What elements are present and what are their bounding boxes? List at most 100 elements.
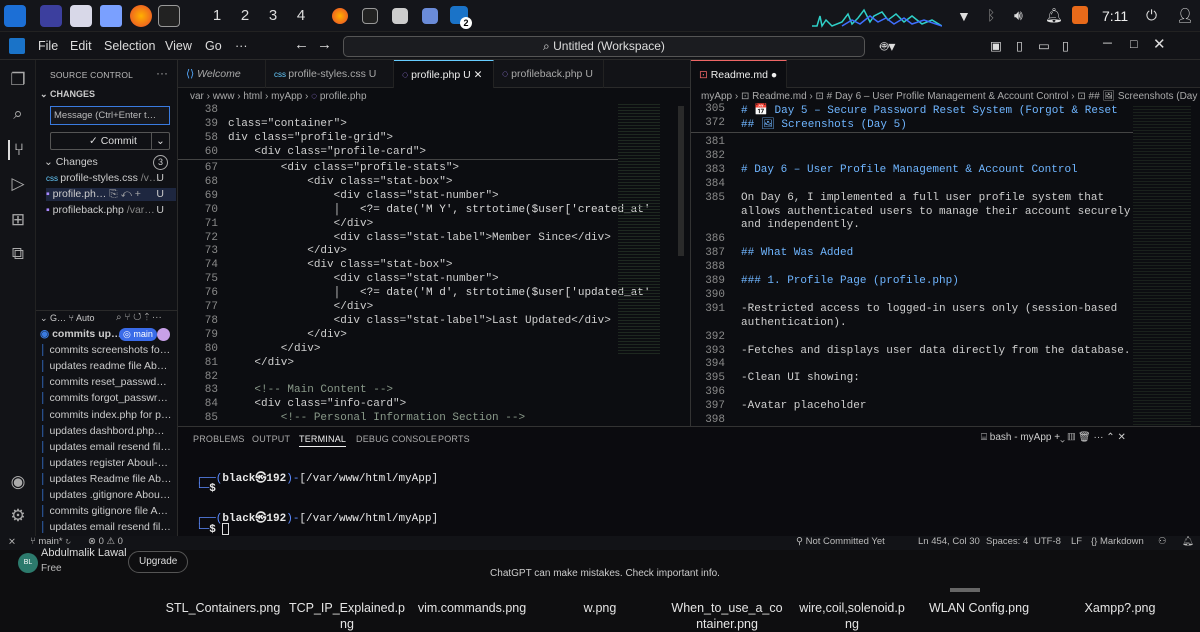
workspace-1[interactable]: 1 <box>205 5 229 27</box>
readme-minimap[interactable] <box>1133 106 1191 426</box>
commit-dropdown-icon[interactable]: ⌄ <box>151 133 165 149</box>
maximize-icon[interactable]: □ <box>1130 37 1138 51</box>
close-icon[interactable]: ✕ <box>1153 35 1166 53</box>
copilot-status-icon[interactable]: ⚇ <box>1158 536 1167 547</box>
command-center[interactable]: ⌕ Untitled (Workspace) <box>343 36 865 57</box>
tab-debug-console[interactable]: DEBUG CONSOLE <box>356 434 437 444</box>
file-when-to-use-container[interactable]: When_to_use_a_co ntainer.png <box>667 600 787 632</box>
changes-section-header[interactable]: ⌄ CHANGES <box>40 89 95 100</box>
menu-selection[interactable]: Selection <box>104 39 155 53</box>
commit-graph-item[interactable]: │ updates .gitignore Abou… <box>40 489 177 501</box>
file-vim-commands[interactable]: vim.commands.png <box>412 600 532 616</box>
cursor-position[interactable]: Ln 454, Col 30 <box>918 536 980 547</box>
remote-indicator-icon[interactable]: ⨯ <box>8 536 16 547</box>
tab-terminal[interactable]: TERMINAL <box>299 434 347 447</box>
launcher-icon[interactable] <box>4 5 26 27</box>
accounts-icon[interactable]: ◉ <box>8 472 28 492</box>
changed-file-1[interactable]: css profile-styles.css /v… U <box>46 172 176 184</box>
search-icon[interactable]: ⌕ <box>8 104 28 124</box>
toggle-panel-icon[interactable]: ▭ <box>1038 38 1050 53</box>
commit-graph-item[interactable]: │ updates register Aboul-… <box>40 457 177 469</box>
terminal-icon[interactable] <box>158 5 180 27</box>
commit-graph-item[interactable]: │ updates email resend fil… <box>40 441 177 453</box>
problems-status[interactable]: ⊗ 0 ⚠ 0 <box>88 536 123 547</box>
commit-graph-item[interactable]: │ updates Readme file Ab… <box>40 473 177 485</box>
commit-graph-item[interactable]: │ commits index.php for p… <box>40 409 177 421</box>
minimize-icon[interactable]: ─ <box>1103 36 1112 50</box>
firefox-window-icon[interactable] <box>332 8 348 24</box>
extensions-icon[interactable]: ⊞ <box>8 210 28 230</box>
power-icon[interactable]: ⏻ <box>1146 7 1157 24</box>
notifications-bell-icon[interactable]: 🔔︎ <box>1182 536 1194 547</box>
copilot-icon[interactable]: 🤖︎▾ <box>880 37 895 57</box>
source-control-icon[interactable]: ⑂ <box>8 140 28 160</box>
file-wire-coil[interactable]: wire,coil,solenoid.p ng <box>792 600 912 632</box>
notification-icon[interactable]: 🔔︎ <box>1045 7 1063 24</box>
bluetooth-icon[interactable]: ᛒ <box>987 7 995 23</box>
files-icon[interactable] <box>70 5 92 27</box>
window-icon[interactable] <box>392 8 408 24</box>
menu-edit[interactable]: Edit <box>70 39 92 53</box>
tab-ports[interactable]: PORTS <box>438 434 470 444</box>
vertical-scrollbar[interactable] <box>678 106 684 256</box>
remote-explorer-icon[interactable]: ⧉ <box>8 244 28 264</box>
commit-message-input[interactable]: Message (Ctrl+Enter t… <box>50 106 170 125</box>
menu-view[interactable]: View <box>165 39 192 53</box>
language-mode[interactable]: {} Markdown <box>1091 536 1144 547</box>
file-actions-icons[interactable]: ⎘ ↶ + <box>106 188 141 200</box>
forward-arrow-icon[interactable]: → <box>317 36 332 53</box>
app-icon-1[interactable] <box>40 5 62 27</box>
commit-graph-item[interactable]: │ updates readme file Ab… <box>40 360 177 372</box>
back-arrow-icon[interactable]: ← <box>294 36 309 53</box>
changed-file-2[interactable]: ▪ profile.ph… ⎘ ↶ + U <box>46 188 176 201</box>
changed-file-3[interactable]: ▪ profileback.php /var… U <box>46 204 176 216</box>
workspace-3[interactable]: 3 <box>261 5 285 27</box>
graph-section-header[interactable]: ⌄ G… ⑂ Auto <box>40 313 95 324</box>
tab-profile-php-active[interactable]: ◌ profile.php U ✕ <box>394 60 494 88</box>
changes-group[interactable]: ⌄ Changes <box>44 156 98 168</box>
folder-icon[interactable] <box>100 5 122 27</box>
encoding[interactable]: UTF-8 <box>1034 536 1061 547</box>
tab-output[interactable]: OUTPUT <box>252 434 290 444</box>
firefox-icon[interactable] <box>130 5 152 27</box>
tab-welcome[interactable]: ⟨⟩ Welcome <box>178 60 266 88</box>
commit-graph-item[interactable]: │ commits screenshots fo… <box>40 344 177 356</box>
file-tcp-ip[interactable]: TCP_IP_Explained.p ng <box>287 600 407 632</box>
commit-graph-item[interactable]: │ updates email resend fil… <box>40 521 177 533</box>
workspace-4[interactable]: 4 <box>289 5 313 27</box>
branch-status[interactable]: ⑂ main* ↻ <box>30 536 71 547</box>
user-icon[interactable]: 👤︎ <box>1176 7 1194 24</box>
file-stl-containers[interactable]: STL_Containers.png <box>163 600 283 616</box>
file-wlan-config[interactable]: WLAN Config.png <box>919 600 1039 616</box>
layout-customize-icon[interactable]: ▣ <box>990 38 1002 53</box>
toggle-sidebar-icon[interactable]: ▯ <box>1016 38 1023 53</box>
close-tab-icon[interactable]: ✕ <box>474 69 483 81</box>
indentation[interactable]: Spaces: 4 <box>986 536 1028 547</box>
commit-button[interactable]: ✓ Commit ⌄ <box>50 132 170 150</box>
tab-problems[interactable]: PROBLEMS <box>193 434 245 444</box>
xampp-icon[interactable] <box>1072 6 1088 24</box>
volume-icon[interactable]: 🔊︎ <box>1014 7 1023 24</box>
commit-graph-item[interactable]: │ commits reset_passwd… <box>40 376 177 388</box>
file-w[interactable]: w.png <box>540 600 660 616</box>
menu-go[interactable]: Go <box>205 39 222 53</box>
terminal-input-line[interactable]: └─$ <box>196 523 230 536</box>
explorer-icon[interactable]: ❐ <box>8 70 28 90</box>
minimap[interactable] <box>618 104 660 354</box>
file-xampp[interactable]: Xampp?.png <box>1060 600 1180 616</box>
folder-window-icon[interactable] <box>422 8 438 24</box>
graph-actions-icons[interactable]: ⌕ ⑂ ↺ ⇡ ··· <box>116 312 162 323</box>
settings-gear-icon[interactable]: ⚙ <box>8 506 28 526</box>
tab-readme-active[interactable]: ⊡ Readme.md ● <box>691 60 787 88</box>
menu-more[interactable]: ··· <box>235 39 248 53</box>
git-blame-status[interactable]: ⚲ Not Committed Yet <box>796 536 885 547</box>
wifi-icon[interactable]: ▼ <box>957 8 971 24</box>
tab-profileback-php[interactable]: ◌ profileback.php U <box>494 60 604 88</box>
commit-graph-item[interactable]: │ commits gitignore file A… <box>40 505 177 517</box>
menu-file[interactable]: File <box>38 39 58 53</box>
toggle-secondary-sidebar-icon[interactable]: ▯ <box>1062 38 1069 53</box>
tab-profile-styles[interactable]: css profile-styles.css U <box>266 60 394 88</box>
run-debug-icon[interactable]: ▷ <box>8 174 28 194</box>
terminal-window-icon[interactable] <box>362 8 378 24</box>
commit-graph-item[interactable]: │ commits forgot_passwr… <box>40 392 177 404</box>
